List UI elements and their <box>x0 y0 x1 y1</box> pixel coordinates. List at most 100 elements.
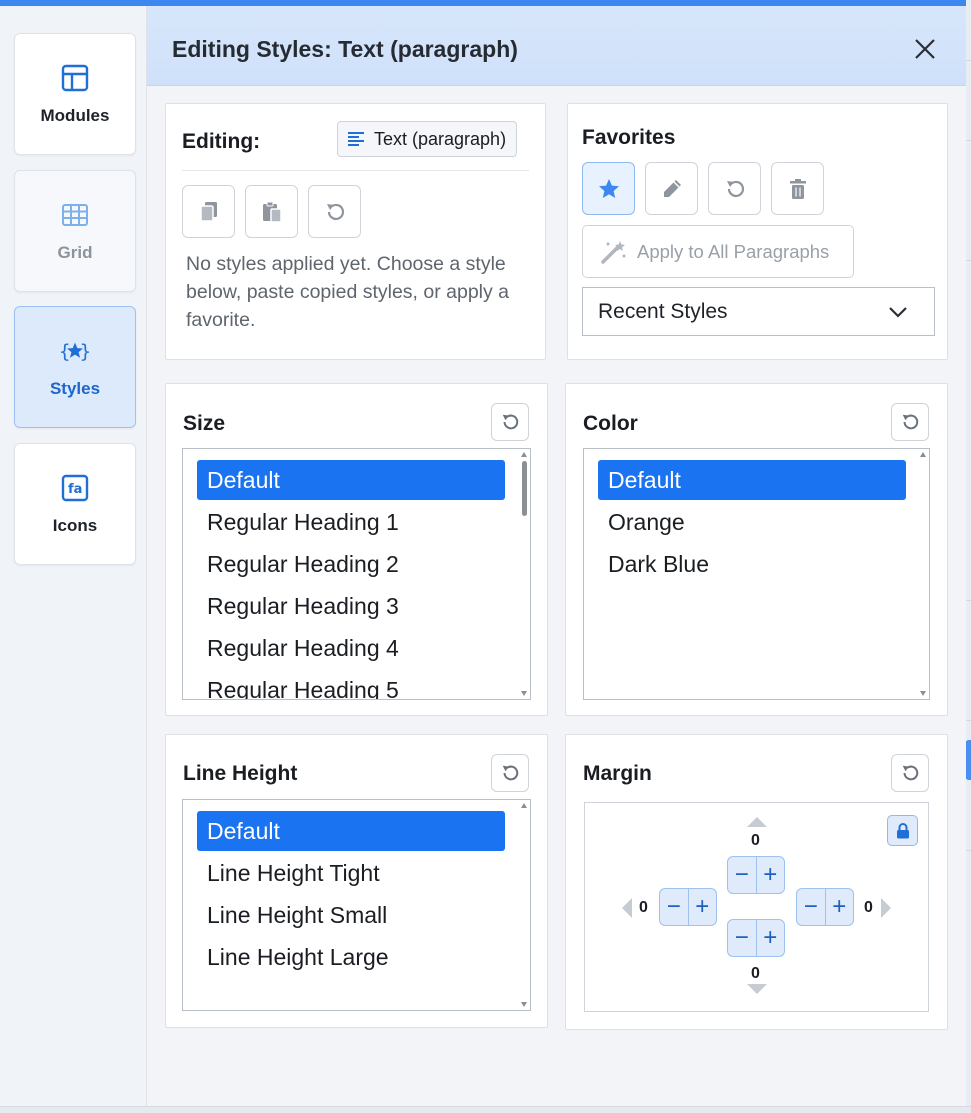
dialog-header: Editing Styles: Text (paragraph) <box>147 6 966 86</box>
color-option[interactable]: Default <box>598 460 906 500</box>
apply-all-label: Apply to All Paragraphs <box>637 240 830 262</box>
undo-icon <box>502 765 519 781</box>
undo-icon <box>726 180 744 197</box>
reset-styles-button[interactable] <box>308 185 361 238</box>
paragraph-align-icon <box>348 132 364 146</box>
margin-top-arrow[interactable] <box>747 817 767 827</box>
svg-text:{: { <box>59 342 70 363</box>
svg-text:fa: fa <box>68 482 82 497</box>
color-title: Color <box>583 412 638 435</box>
margin-bottom-decrease[interactable]: − <box>728 920 756 956</box>
color-panel: Color Default Orange Dark Blue <box>565 383 948 716</box>
margin-right-decrease[interactable]: − <box>797 889 825 925</box>
edit-favorite-button[interactable] <box>645 162 698 215</box>
braces-star-icon: { } <box>59 335 91 367</box>
nav-item-label: Icons <box>52 516 98 535</box>
margin-right-stepper: − + <box>796 888 854 926</box>
color-scrollbar[interactable] <box>915 449 929 699</box>
paste-icon <box>262 201 282 223</box>
dialog-title: Editing Styles: Text (paragraph) <box>172 36 518 62</box>
size-option[interactable]: Regular Heading 4 <box>197 628 505 668</box>
star-icon <box>598 178 619 198</box>
favorite-star-button[interactable] <box>582 162 635 215</box>
nav-item-icons[interactable]: fa Icons <box>14 443 136 565</box>
margin-left-decrease[interactable]: − <box>660 889 688 925</box>
recent-styles-select[interactable]: Recent Styles <box>582 287 935 336</box>
margin-top-stepper: − + <box>727 856 785 894</box>
margin-lock-button[interactable] <box>887 815 918 846</box>
layout-icon <box>59 62 91 94</box>
margin-top-decrease[interactable]: − <box>728 857 756 893</box>
undo-icon <box>902 414 919 430</box>
nav-item-label: Modules <box>40 106 110 125</box>
copy-icon <box>199 201 217 222</box>
trash-icon <box>789 178 806 199</box>
editing-target-badge: Text (paragraph) <box>337 121 518 157</box>
scrollbar-thumb[interactable] <box>522 461 527 516</box>
recent-styles-value: Recent Styles <box>598 299 728 323</box>
margin-left-increase[interactable]: + <box>687 889 717 925</box>
size-option[interactable]: Regular Heading 5 <box>197 670 505 699</box>
margin-right-arrow[interactable] <box>881 898 891 918</box>
size-option[interactable]: Regular Heading 3 <box>197 586 505 626</box>
favorites-title: Favorites <box>582 126 676 149</box>
sidebar-nav: Modules Grid { } Styles fa Icons <box>0 6 147 1106</box>
margin-right-increase[interactable]: + <box>824 889 854 925</box>
line-height-option[interactable]: Line Height Tight <box>197 853 505 893</box>
svg-text:}: } <box>80 342 91 363</box>
font-awesome-icon: fa <box>59 472 91 504</box>
delete-favorite-button[interactable] <box>771 162 824 215</box>
reset-favorite-button[interactable] <box>708 162 761 215</box>
undo-icon <box>902 765 919 781</box>
color-option[interactable]: Dark Blue <box>598 544 906 584</box>
margin-editor: 0 − + 0 − + − + 0 − + 0 <box>584 802 929 1012</box>
lock-icon <box>896 822 909 838</box>
reset-line-height-button[interactable] <box>491 754 529 792</box>
grid-icon <box>59 199 91 231</box>
line-height-listbox[interactable]: Default Line Height Tight Line Height Sm… <box>182 799 531 1011</box>
margin-right-value: 0 <box>864 899 873 916</box>
favorites-panel: Favorites Apply to All Paragraphs Recent… <box>567 103 948 360</box>
magic-wand-icon <box>601 240 626 264</box>
pencil-icon <box>663 179 681 197</box>
divider <box>182 170 529 171</box>
margin-top-increase[interactable]: + <box>755 857 785 893</box>
color-listbox[interactable]: Default Orange Dark Blue <box>583 448 930 700</box>
color-option[interactable]: Orange <box>598 502 906 542</box>
margin-left-stepper: − + <box>659 888 717 926</box>
line-height-option[interactable]: Line Height Small <box>197 895 505 935</box>
close-button[interactable] <box>912 36 938 62</box>
margin-left-arrow[interactable] <box>622 898 632 918</box>
margin-bottom-stepper: − + <box>727 919 785 957</box>
editing-panel: Editing: Text (paragraph) No styles appl… <box>165 103 546 360</box>
copy-styles-button[interactable] <box>182 185 235 238</box>
style-editor-dialog: Modules Grid { } Styles fa Icons Editing… <box>0 0 966 1106</box>
reset-size-button[interactable] <box>491 403 529 441</box>
nav-item-modules[interactable]: Modules <box>14 33 136 155</box>
line-height-option[interactable]: Default <box>197 811 505 851</box>
size-option[interactable]: Regular Heading 1 <box>197 502 505 542</box>
margin-bottom-increase[interactable]: + <box>755 920 785 956</box>
line-height-option[interactable]: Line Height Large <box>197 937 505 977</box>
paste-styles-button[interactable] <box>245 185 298 238</box>
margin-bottom-arrow[interactable] <box>747 984 767 994</box>
nav-item-styles[interactable]: { } Styles <box>14 306 136 428</box>
no-styles-message: No styles applied yet. Choose a style be… <box>186 253 510 331</box>
line-height-scrollbar[interactable] <box>516 800 530 1010</box>
size-option[interactable]: Regular Heading 2 <box>197 544 505 584</box>
line-height-title: Line Height <box>183 762 298 785</box>
reset-margin-button[interactable] <box>891 754 929 792</box>
apply-all-paragraphs-button[interactable]: Apply to All Paragraphs <box>582 225 854 278</box>
chevron-down-icon <box>889 307 907 318</box>
size-listbox[interactable]: Default Regular Heading 1 Regular Headin… <box>182 448 531 700</box>
undo-icon <box>326 203 344 220</box>
margin-top-value: 0 <box>751 832 760 849</box>
line-height-panel: Line Height Default Line Height Tight Li… <box>165 734 548 1028</box>
undo-icon <box>502 414 519 430</box>
margin-bottom-value: 0 <box>751 965 760 982</box>
nav-item-grid[interactable]: Grid <box>14 170 136 292</box>
size-scrollbar[interactable] <box>516 449 530 699</box>
size-option[interactable]: Default <box>197 460 505 500</box>
size-panel: Size Default Regular Heading 1 Regular H… <box>165 383 548 716</box>
reset-color-button[interactable] <box>891 403 929 441</box>
